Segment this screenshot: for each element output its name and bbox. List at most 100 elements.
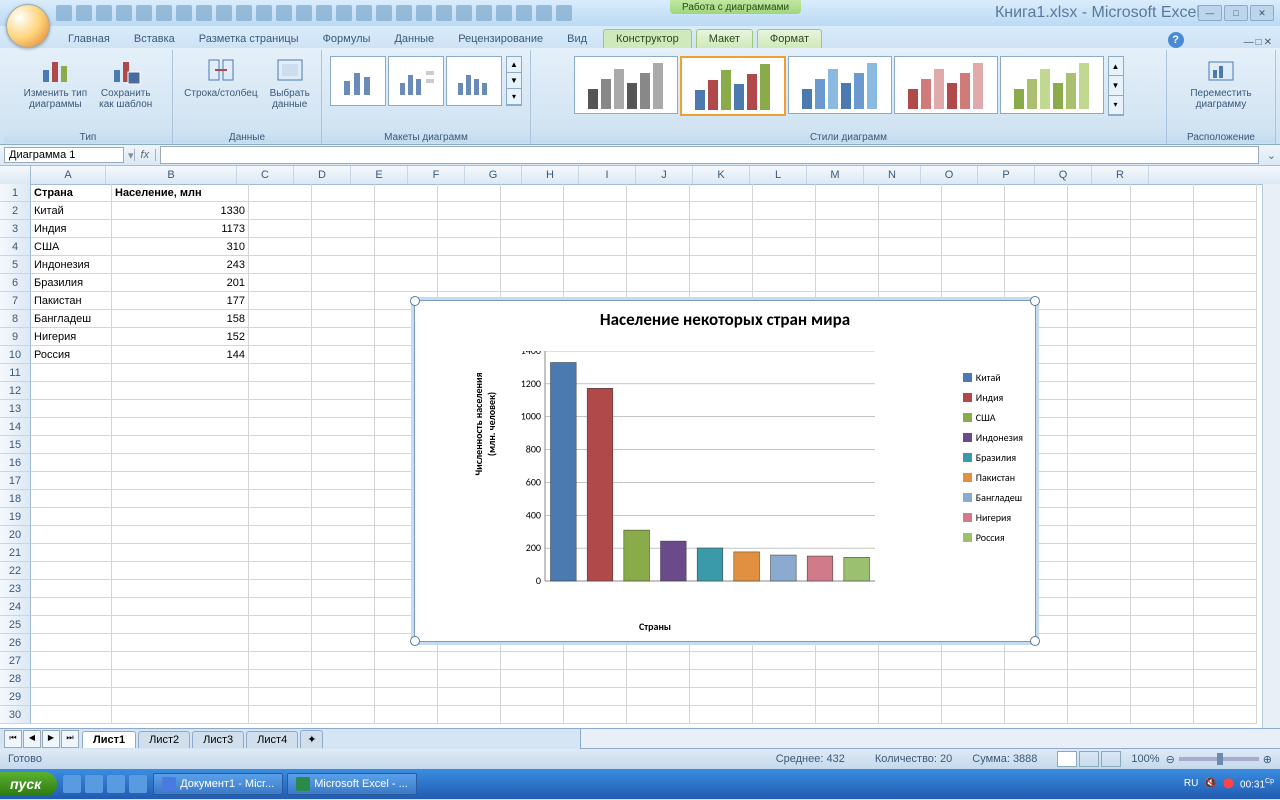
vertical-scrollbar[interactable] [1262,184,1280,728]
cell[interactable] [1194,382,1257,400]
cell[interactable] [375,238,438,256]
qat-icon[interactable] [256,5,272,21]
row-header[interactable]: 6 [0,274,31,292]
cell[interactable] [1131,508,1194,526]
cell[interactable] [879,274,942,292]
row-header[interactable]: 25 [0,616,31,634]
cell[interactable] [1131,634,1194,652]
close-doc-button[interactable]: ✕ [1264,37,1272,48]
cell[interactable] [1131,472,1194,490]
style-thumb[interactable] [894,56,998,114]
row-header[interactable]: 27 [0,652,31,670]
cell[interactable] [627,706,690,724]
cell[interactable] [1131,202,1194,220]
qat-icon[interactable] [376,5,392,21]
row-header[interactable]: 13 [0,400,31,418]
cell[interactable] [249,184,312,202]
cell[interactable]: Китай [31,202,112,220]
cell[interactable] [249,508,312,526]
resize-handle[interactable] [1030,636,1040,646]
column-header[interactable]: E [351,166,408,184]
minimize-button[interactable]: — [1198,5,1222,21]
tab-Вставка[interactable]: Вставка [122,30,187,48]
cell[interactable] [1194,544,1257,562]
qat-icon[interactable] [176,5,192,21]
cell[interactable] [312,418,375,436]
cell[interactable] [112,598,249,616]
cell[interactable] [1131,220,1194,238]
cell[interactable] [112,634,249,652]
cell[interactable] [1131,454,1194,472]
chart-title[interactable]: Население некоторых стран мира [415,301,1035,338]
qat-undo-icon[interactable] [76,5,92,21]
cell[interactable] [1068,706,1131,724]
qat-icon[interactable] [496,5,512,21]
cell[interactable] [249,292,312,310]
cell[interactable] [1005,256,1068,274]
cell[interactable] [1068,346,1131,364]
tray-icon[interactable]: 🔇 [1204,778,1216,789]
cell[interactable] [249,400,312,418]
cell[interactable] [501,220,564,238]
cell[interactable] [1194,526,1257,544]
qat-icon[interactable] [516,5,532,21]
row-header[interactable]: 17 [0,472,31,490]
legend-item[interactable]: США [963,411,1023,424]
cell[interactable] [1005,220,1068,238]
cell[interactable] [1131,328,1194,346]
cell[interactable] [1131,670,1194,688]
cell[interactable] [31,526,112,544]
cell[interactable] [312,202,375,220]
cell[interactable] [1005,238,1068,256]
cell[interactable] [1131,256,1194,274]
cell[interactable] [942,706,1005,724]
cell[interactable] [112,364,249,382]
cell[interactable] [564,274,627,292]
cell[interactable] [690,652,753,670]
x-axis-label[interactable]: Страны [415,620,895,633]
row-header[interactable]: 30 [0,706,31,724]
cell[interactable] [249,364,312,382]
layout-thumb[interactable] [446,56,502,106]
page-layout-view-icon[interactable] [1079,751,1099,767]
cell[interactable] [942,220,1005,238]
column-header[interactable]: G [465,166,522,184]
cell[interactable] [942,202,1005,220]
cell[interactable] [438,688,501,706]
cell[interactable]: 177 [112,292,249,310]
spreadsheet-grid[interactable]: ABCDEFGHIJKLMNOPQR 1СтранаНаселение, млн… [0,166,1280,728]
cell[interactable]: Индонезия [31,256,112,274]
cell[interactable] [438,670,501,688]
cell[interactable] [375,220,438,238]
taskbar-app[interactable]: Microsoft Excel - ... [287,773,417,795]
row-header[interactable]: 19 [0,508,31,526]
sheet-tab[interactable]: Лист4 [246,731,298,748]
qat-icon[interactable] [536,5,552,21]
cell[interactable] [312,706,375,724]
cell[interactable] [438,274,501,292]
cell[interactable] [1005,670,1068,688]
cell[interactable] [627,256,690,274]
qat-icon[interactable] [116,5,132,21]
qat-icon[interactable] [236,5,252,21]
qat-icon[interactable] [296,5,312,21]
cell[interactable] [438,238,501,256]
row-header[interactable]: 28 [0,670,31,688]
cell[interactable] [1194,688,1257,706]
cell[interactable] [942,256,1005,274]
cell[interactable] [1131,580,1194,598]
cell[interactable] [112,580,249,598]
cell[interactable] [1005,202,1068,220]
cell[interactable] [1131,274,1194,292]
cell[interactable] [627,688,690,706]
cell[interactable] [816,220,879,238]
zoom-in-button[interactable]: ⊕ [1263,753,1272,766]
row-header[interactable]: 18 [0,490,31,508]
page-break-view-icon[interactable] [1101,751,1121,767]
tab-Разметка страницы[interactable]: Разметка страницы [187,30,311,48]
cell[interactable] [438,256,501,274]
cell[interactable] [1068,202,1131,220]
cell[interactable] [501,274,564,292]
cell[interactable] [753,184,816,202]
cell[interactable] [312,580,375,598]
